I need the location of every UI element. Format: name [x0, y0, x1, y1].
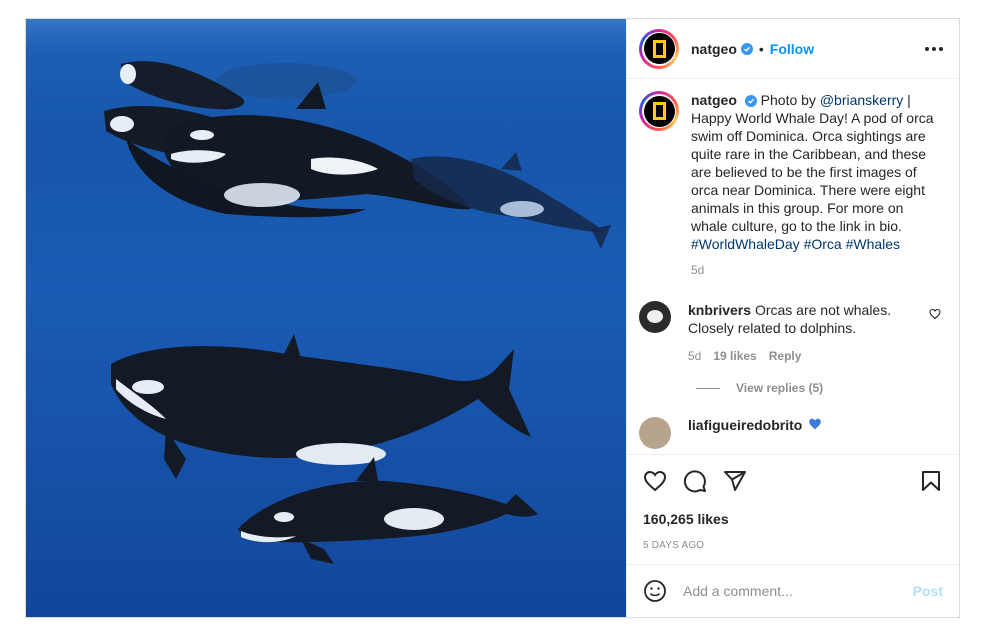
caption-prefix: Photo by: [760, 92, 820, 108]
caption-text: | Happy World Whale Day! A pod of orca s…: [691, 92, 934, 234]
comment-like-heart-icon[interactable]: [929, 307, 941, 323]
share-icon[interactable]: [723, 469, 747, 493]
post-date[interactable]: 5 DAYS AGO: [643, 540, 943, 551]
post-actions: 160,265 likes 5 DAYS AGO: [627, 454, 959, 564]
comment-age[interactable]: 5d: [688, 347, 701, 365]
reply-button[interactable]: Reply: [769, 347, 802, 365]
post-photo[interactable]: [26, 19, 626, 617]
caption: natgeo Photo by @brianskerry | Happy Wor…: [639, 91, 943, 279]
post-header: natgeo • Follow: [627, 19, 959, 79]
comment-icon[interactable]: [683, 469, 707, 493]
mention-link[interactable]: @brianskerry: [820, 92, 903, 108]
avatar[interactable]: [639, 28, 679, 69]
view-replies-label: View replies (5): [736, 381, 824, 395]
verified-badge-icon: [740, 42, 753, 55]
add-comment-input[interactable]: [683, 583, 913, 599]
comment-avatar[interactable]: [639, 417, 671, 449]
caption-body: natgeo Photo by @brianskerry | Happy Wor…: [691, 91, 943, 279]
separator-dot: •: [758, 40, 764, 57]
comment-item: liafigueiredobrito: [639, 417, 943, 449]
bookmark-icon[interactable]: [919, 469, 943, 493]
hashtag-link[interactable]: #WorldWhaleDay: [691, 236, 800, 252]
caption-age[interactable]: 5d: [691, 261, 943, 279]
comment-avatar[interactable]: [639, 301, 671, 333]
header-username[interactable]: natgeo: [691, 41, 737, 57]
comment-username[interactable]: knbrivers: [688, 302, 751, 318]
post-side-panel: natgeo • Follow natgeo Photo by @briansk…: [626, 19, 959, 617]
comment-meta: 5d 19 likes Reply: [688, 347, 908, 365]
natgeo-logo-icon: [652, 102, 666, 120]
add-comment-bar: Post: [627, 564, 959, 617]
post-comment-button[interactable]: Post: [913, 583, 943, 599]
view-replies-button[interactable]: View replies (5): [696, 381, 943, 395]
orca-photo: [26, 19, 626, 564]
comment-item: knbrivers Orcas are not whales. Closely …: [639, 301, 943, 365]
emoji-icon[interactable]: [643, 579, 667, 603]
post-container: natgeo • Follow natgeo Photo by @briansk…: [25, 18, 960, 618]
likes-count[interactable]: 160,265 likes: [643, 511, 943, 527]
comment-username[interactable]: liafigueiredobrito: [688, 417, 802, 433]
more-options-icon[interactable]: [925, 46, 943, 51]
hashtag-link[interactable]: #Orca: [804, 236, 842, 252]
heart-icon[interactable]: [643, 469, 667, 493]
verified-badge-icon: [744, 95, 757, 108]
caption-username[interactable]: natgeo: [691, 92, 737, 108]
blue-heart-icon: [808, 417, 822, 434]
follow-button[interactable]: Follow: [770, 41, 814, 57]
comments-section[interactable]: natgeo Photo by @brianskerry | Happy Wor…: [627, 79, 959, 454]
hashtag-link[interactable]: #Whales: [846, 236, 900, 252]
comment-likes[interactable]: 19 likes: [713, 347, 756, 365]
natgeo-logo-icon: [652, 39, 666, 58]
caption-avatar[interactable]: [639, 91, 679, 131]
